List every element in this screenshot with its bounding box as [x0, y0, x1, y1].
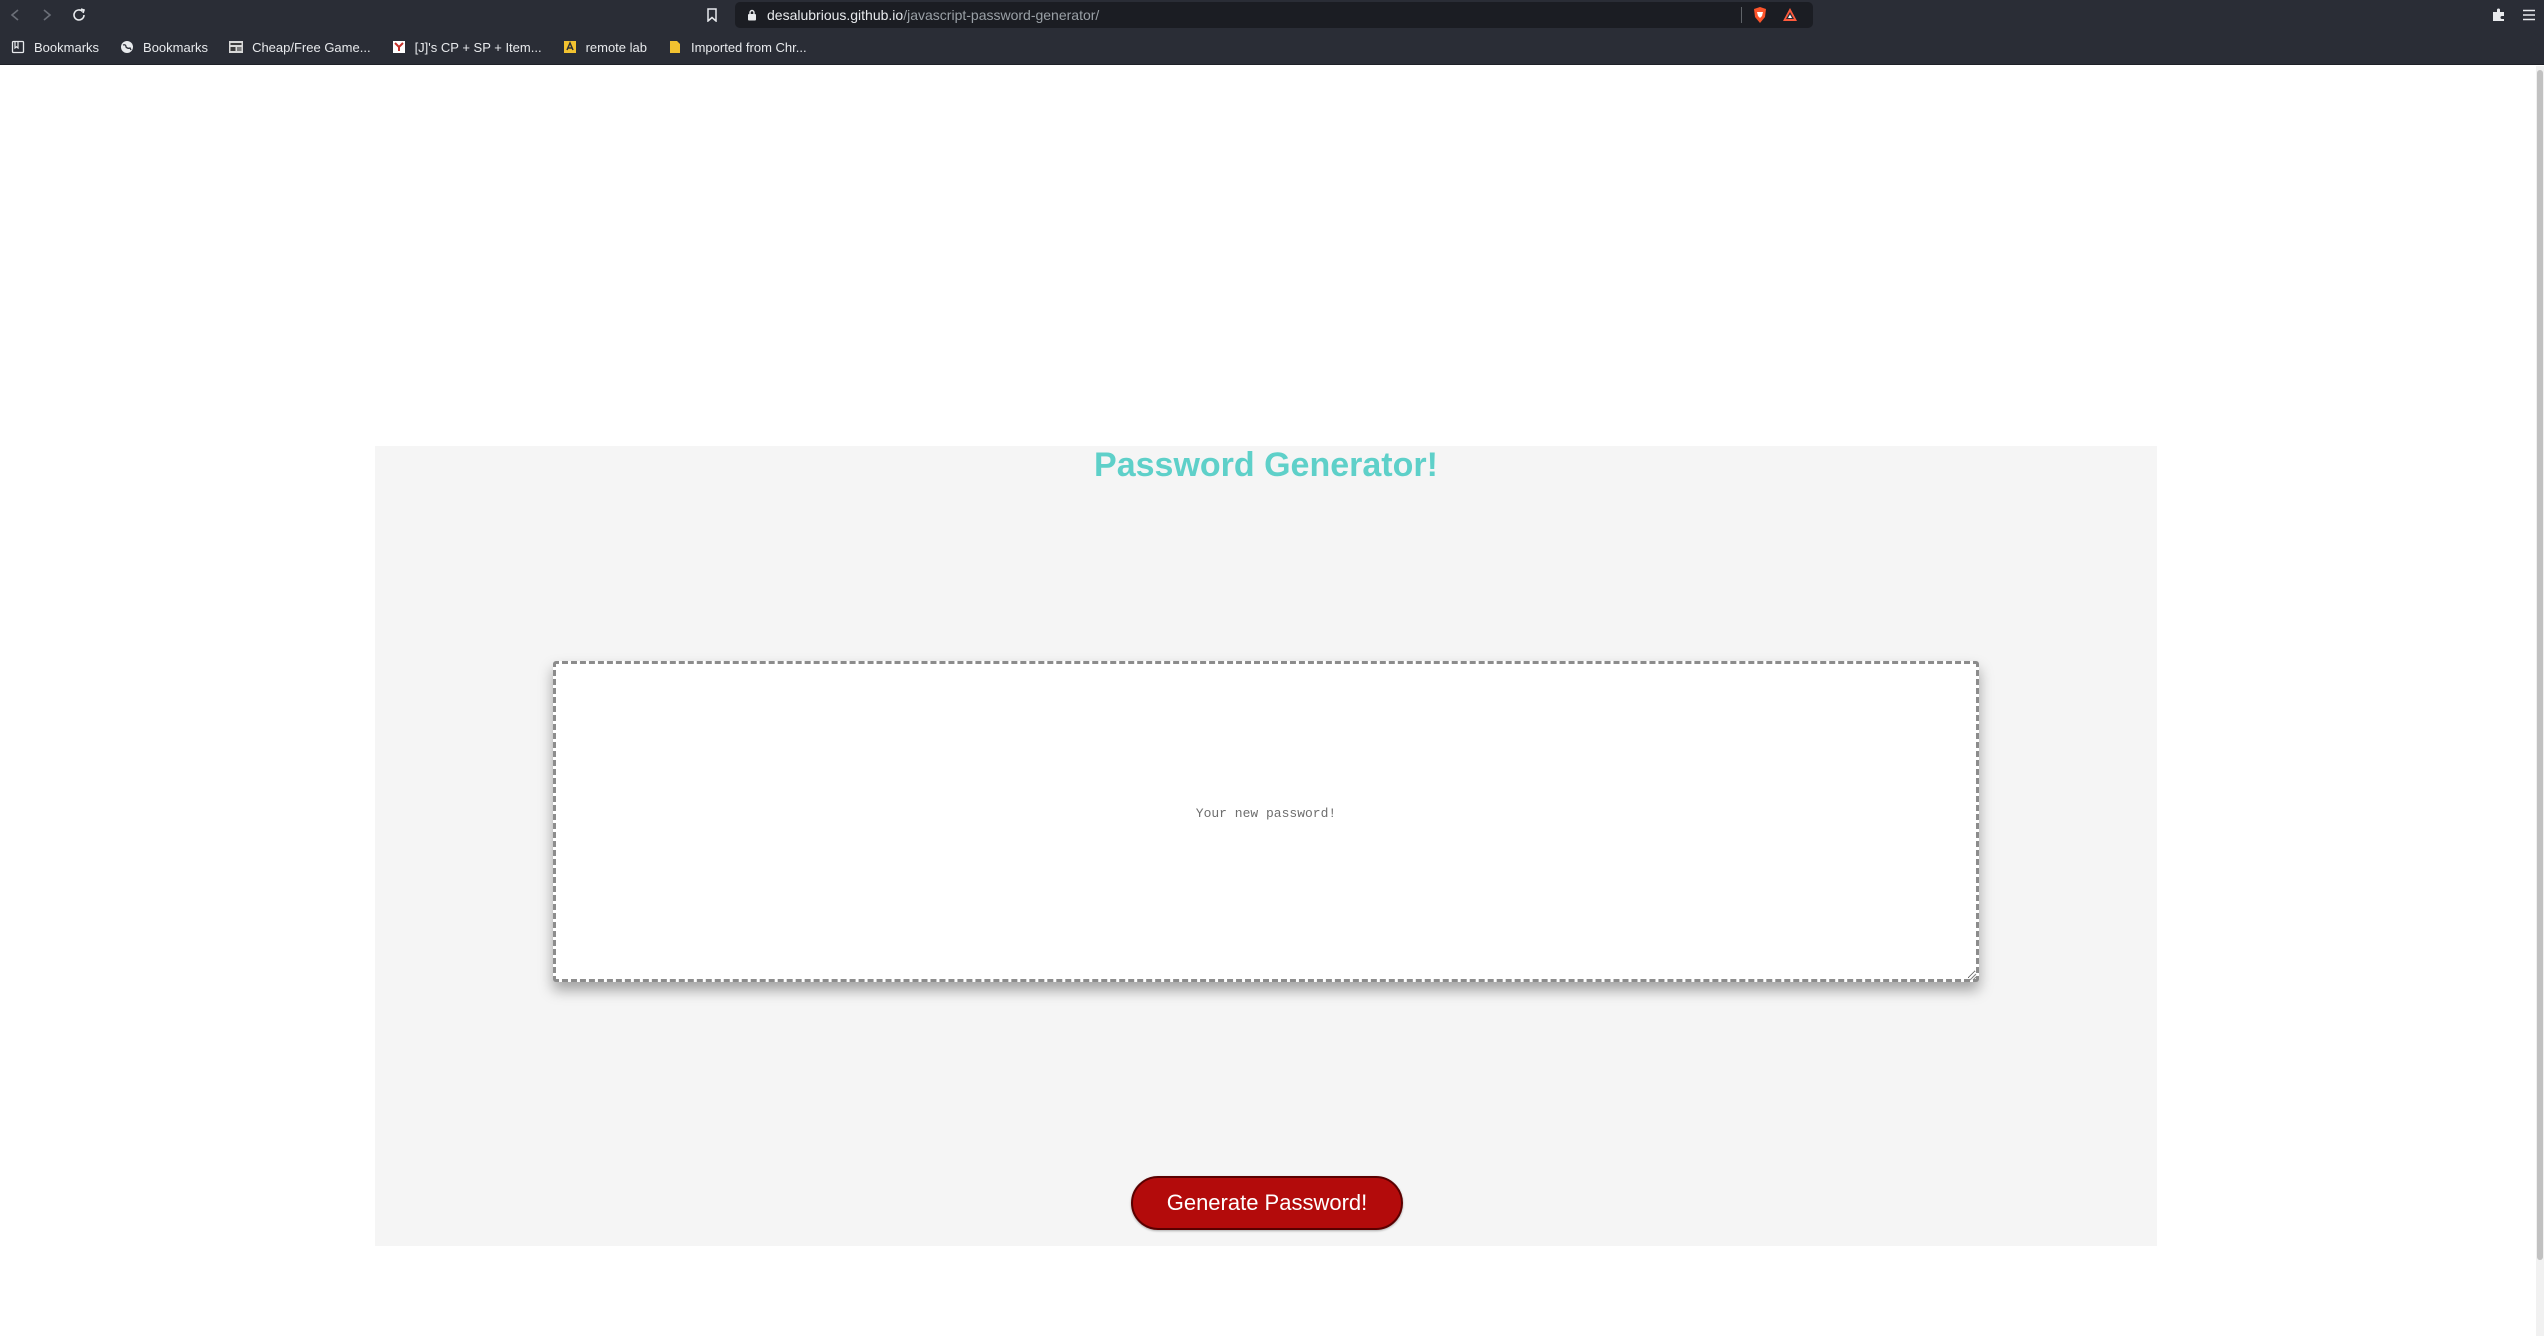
game-site-icon — [228, 39, 244, 55]
page-title: Password Generator! — [1094, 446, 1438, 484]
url-domain: desalubrious.github.io — [767, 7, 904, 23]
address-bar-divider — [1741, 7, 1742, 23]
generator-card: Password Generator! Your new password! G… — [375, 446, 2157, 1246]
globe-icon — [119, 39, 135, 55]
bookmark-item-bookmarks-2[interactable]: Bookmarks — [115, 34, 216, 60]
bookmarks-bar: Bookmarks Bookmarks Cheap/Free Game... [… — [0, 30, 2544, 65]
extensions-button[interactable] — [2488, 4, 2510, 26]
bookmark-item-js-cp-sp[interactable]: [J]'s CP + SP + Item... — [387, 34, 550, 60]
bookmark-label: [J]'s CP + SP + Item... — [414, 39, 542, 55]
generate-password-button[interactable]: Generate Password! — [1131, 1176, 1403, 1230]
main-menu-button[interactable] — [2518, 4, 2540, 26]
lock-icon — [747, 9, 757, 21]
puzzle-piece-icon — [2493, 8, 2504, 21]
scrollbar-thumb[interactable] — [2537, 70, 2543, 1260]
brave-shields-icon[interactable] — [1751, 6, 1769, 24]
bookmark-item-bookmarks[interactable]: Bookmarks — [6, 34, 107, 60]
bookmark-folder-icon — [10, 39, 26, 55]
browser-toolbar: desalubrious.github.io/javascript-passwo… — [0, 0, 2544, 30]
bookmark-item-cheap-free-games[interactable]: Cheap/Free Game... — [224, 34, 379, 60]
reload-icon — [73, 8, 86, 21]
bookmark-label: Cheap/Free Game... — [252, 39, 371, 55]
folder-icon — [667, 39, 683, 55]
address-bar[interactable]: desalubrious.github.io/javascript-passwo… — [735, 2, 1813, 28]
bookmark-icon — [707, 8, 717, 22]
bookmark-label: Imported from Chr... — [690, 39, 807, 55]
bookmark-label: Bookmarks — [143, 39, 209, 55]
bookmark-page-button[interactable] — [700, 3, 724, 27]
remote-lab-icon — [562, 39, 578, 55]
url-path: /javascript-password-generator/ — [903, 7, 1100, 23]
brave-rewards-icon[interactable] — [1781, 6, 1799, 24]
back-button[interactable] — [3, 3, 27, 27]
bookmark-label: Bookmarks — [34, 39, 100, 55]
password-output-textarea[interactable] — [553, 661, 1979, 982]
bookmark-label: remote lab — [585, 39, 647, 55]
bookmark-item-imported-from-chrome[interactable]: Imported from Chr... — [663, 34, 815, 60]
back-arrow-icon — [10, 9, 19, 21]
hamburger-menu-icon — [2523, 9, 2535, 21]
forward-button[interactable] — [35, 3, 59, 27]
bookmark-item-remote-lab[interactable]: remote lab — [558, 34, 655, 60]
youtube-icon — [391, 39, 407, 55]
reload-button[interactable] — [67, 3, 91, 27]
page-scrollbar[interactable] — [2536, 66, 2544, 1336]
forward-arrow-icon — [43, 9, 52, 21]
